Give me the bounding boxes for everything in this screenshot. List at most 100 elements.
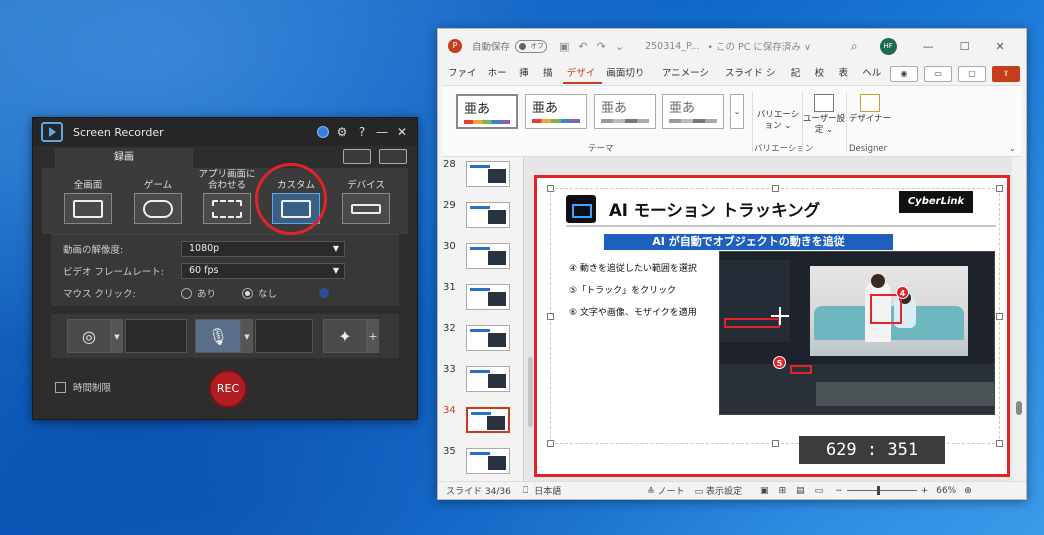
powerpoint-titlebar[interactable]: P 自動保存 オフ ▣ ↶ ↷ ⌄ 250314_P... • この PC に保… <box>438 29 1026 63</box>
thumbnail-30[interactable]: 30 <box>438 241 524 277</box>
tab-help[interactable]: ヘルプ <box>858 64 890 99</box>
slide-sorter-icon[interactable]: ⊞ <box>779 486 787 496</box>
zoom-slider[interactable] <box>846 486 917 495</box>
resize-handle[interactable] <box>996 440 1003 447</box>
microphone-button[interactable]: 🎙 <box>195 319 241 353</box>
comments-icon[interactable]: ▢ <box>958 66 986 82</box>
theme-gallery-more-icon[interactable]: ⌄ <box>730 94 744 129</box>
tab-file[interactable]: ファイル <box>444 64 484 99</box>
minimize-icon[interactable]: — <box>375 125 389 139</box>
thumbnail-29[interactable]: 29 <box>438 200 524 236</box>
present-icon[interactable]: ▭ <box>924 66 952 82</box>
resize-handle[interactable] <box>547 313 554 320</box>
help-icon[interactable]: ? <box>355 125 369 139</box>
maximize-icon[interactable]: ☐ <box>960 40 970 53</box>
notes-button[interactable]: ≙ ノート <box>647 484 684 497</box>
mouse-click-off-radio[interactable] <box>242 287 254 299</box>
tab-insert[interactable]: 挿入 <box>515 64 539 99</box>
resize-handle[interactable] <box>996 185 1003 192</box>
thumbnail-34[interactable]: 34 <box>438 405 524 441</box>
tab-draw[interactable]: 描画 <box>539 64 563 99</box>
avatar[interactable]: HF <box>879 37 897 55</box>
webcam-button[interactable]: ◎ <box>67 319 111 353</box>
variation-button[interactable]: バリエーション ⌄ <box>756 110 800 132</box>
thumbnail-31[interactable]: 31 <box>438 282 524 318</box>
slideshow-view-icon[interactable]: ▭ <box>815 486 824 496</box>
close-icon[interactable]: ✕ <box>996 40 1005 53</box>
theme-1[interactable]: 亜あ <box>456 94 518 129</box>
slide-canvas[interactable]: AI モーション トラッキング CyberLink AI が自動でオブジェクトの… <box>547 185 1003 447</box>
fit-to-window-icon[interactable]: ⊕ <box>964 486 972 496</box>
theme-4[interactable]: 亜あ <box>662 94 724 129</box>
vertical-scrollbar[interactable] <box>1012 157 1026 483</box>
tab-animations[interactable]: アニメーション <box>658 64 721 99</box>
thumbnail-33[interactable]: 33 <box>438 364 524 400</box>
tab-design[interactable]: デザイン <box>562 64 603 99</box>
gamepad-icon[interactable] <box>134 193 182 224</box>
tab-home[interactable]: ホーム <box>484 64 515 99</box>
reading-view-icon[interactable]: ▤ <box>796 486 805 496</box>
settings-gear-icon[interactable]: ⚙ <box>335 125 349 139</box>
search-icon[interactable]: ⌕ <box>851 39 858 54</box>
designer-button[interactable]: デザイナー <box>848 94 892 125</box>
mode-fullscreen[interactable]: 全画面 <box>56 168 120 224</box>
time-limit-checkbox-row[interactable]: 時間制限 <box>55 380 111 394</box>
device-icon[interactable] <box>342 193 390 224</box>
tab-record[interactable]: 録画 <box>55 148 193 168</box>
fullscreen-view-icon[interactable] <box>343 149 371 164</box>
microphone-volume-slider[interactable] <box>255 319 313 353</box>
tab-review[interactable]: 校閲 <box>811 64 835 99</box>
tab-slideshow[interactable]: スライド ショー <box>721 64 787 99</box>
zoom-level[interactable]: 66% <box>936 486 956 496</box>
collapse-ribbon-icon[interactable]: ⌄ <box>1009 144 1016 154</box>
resize-handle[interactable] <box>772 440 779 447</box>
zoom-in-icon[interactable]: + <box>921 486 929 496</box>
microphone-dropdown-arrow[interactable]: ▼ <box>241 319 253 353</box>
autosave-toggle[interactable]: オフ <box>515 39 548 53</box>
mode-device[interactable]: デバイス <box>334 168 398 224</box>
time-limit-checkbox[interactable] <box>55 381 66 393</box>
accessibility-icon[interactable]: ⎕ <box>523 486 528 496</box>
thumbnail-28[interactable]: 28 <box>438 159 524 195</box>
mouse-click-color-icon[interactable] <box>319 288 330 298</box>
share-icon[interactable]: ⇪ <box>992 66 1020 82</box>
thumbnail-35[interactable]: 35 <box>438 446 524 482</box>
customize-qat-icon[interactable]: ⌄ <box>615 40 624 53</box>
thumbnail-32[interactable]: 32 <box>438 323 524 359</box>
tab-record[interactable]: 記録 <box>787 64 811 99</box>
tab-transitions[interactable]: 画面切り替え <box>602 64 657 99</box>
save-icon[interactable]: ▣ <box>559 40 569 53</box>
save-status[interactable]: • この PC に保存済み ∨ <box>707 39 811 53</box>
language-label[interactable]: 日本語 <box>534 484 561 497</box>
screen-recorder-titlebar[interactable]: Screen Recorder ⚙ ? — ✕ <box>33 118 417 146</box>
resolution-select[interactable]: 1080p <box>181 241 345 257</box>
undo-icon[interactable]: ↶ <box>578 40 587 53</box>
minimize-icon[interactable]: — <box>923 40 934 53</box>
resize-handle[interactable] <box>547 440 554 447</box>
mouse-click-on-radio[interactable] <box>181 287 192 299</box>
framerate-select[interactable]: 60 fps <box>181 263 345 279</box>
app-window-icon[interactable] <box>203 193 251 224</box>
resize-handle[interactable] <box>547 185 554 192</box>
display-settings-button[interactable]: ▭ 表示設定 <box>695 484 742 497</box>
slide-size-button[interactable]: ユーザー設定 ⌄ <box>802 94 846 136</box>
record-button[interactable]: REC <box>209 370 247 408</box>
tab-view[interactable]: 表示 <box>834 64 858 99</box>
theme-2[interactable]: 亜あ <box>525 94 587 129</box>
theme-3[interactable]: 亜あ <box>594 94 656 129</box>
notification-icon[interactable] <box>317 126 329 138</box>
normal-view-icon[interactable]: ▣ <box>760 486 769 496</box>
resize-handle[interactable] <box>996 313 1003 320</box>
fullscreen-icon[interactable] <box>64 193 112 224</box>
thumbnail-scrollbar[interactable] <box>528 357 533 427</box>
add-effect-icon[interactable]: + <box>367 319 379 353</box>
webcam-dropdown-arrow[interactable]: ▼ <box>111 319 123 353</box>
resize-handle[interactable] <box>772 185 779 192</box>
record-icon[interactable]: ◉ <box>890 66 918 82</box>
redo-icon[interactable]: ↷ <box>597 40 606 53</box>
mode-game[interactable]: ゲーム <box>126 168 190 224</box>
mode-app-window[interactable]: アプリ画面に合わせる <box>195 168 259 224</box>
effects-button[interactable]: ✦ <box>323 319 367 353</box>
compact-view-icon[interactable] <box>379 149 407 164</box>
zoom-out-icon[interactable]: − <box>835 486 843 496</box>
